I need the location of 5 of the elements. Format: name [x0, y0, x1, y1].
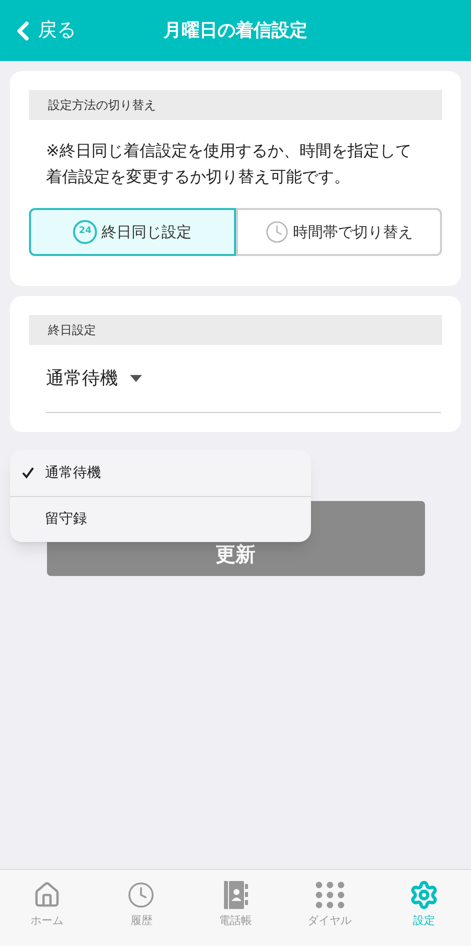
page-title: 月曜日の着信設定 — [164, 19, 308, 43]
section-heading: 終日設定 — [29, 315, 442, 345]
section-heading: 設定方法の切り替え — [29, 90, 442, 120]
note-text: ※終日同じ着信設定を使用するか、時間を指定して着信設定を変更するか切り替え可能です。 — [45, 140, 412, 188]
cycle-icon: 24 — [73, 220, 98, 244]
